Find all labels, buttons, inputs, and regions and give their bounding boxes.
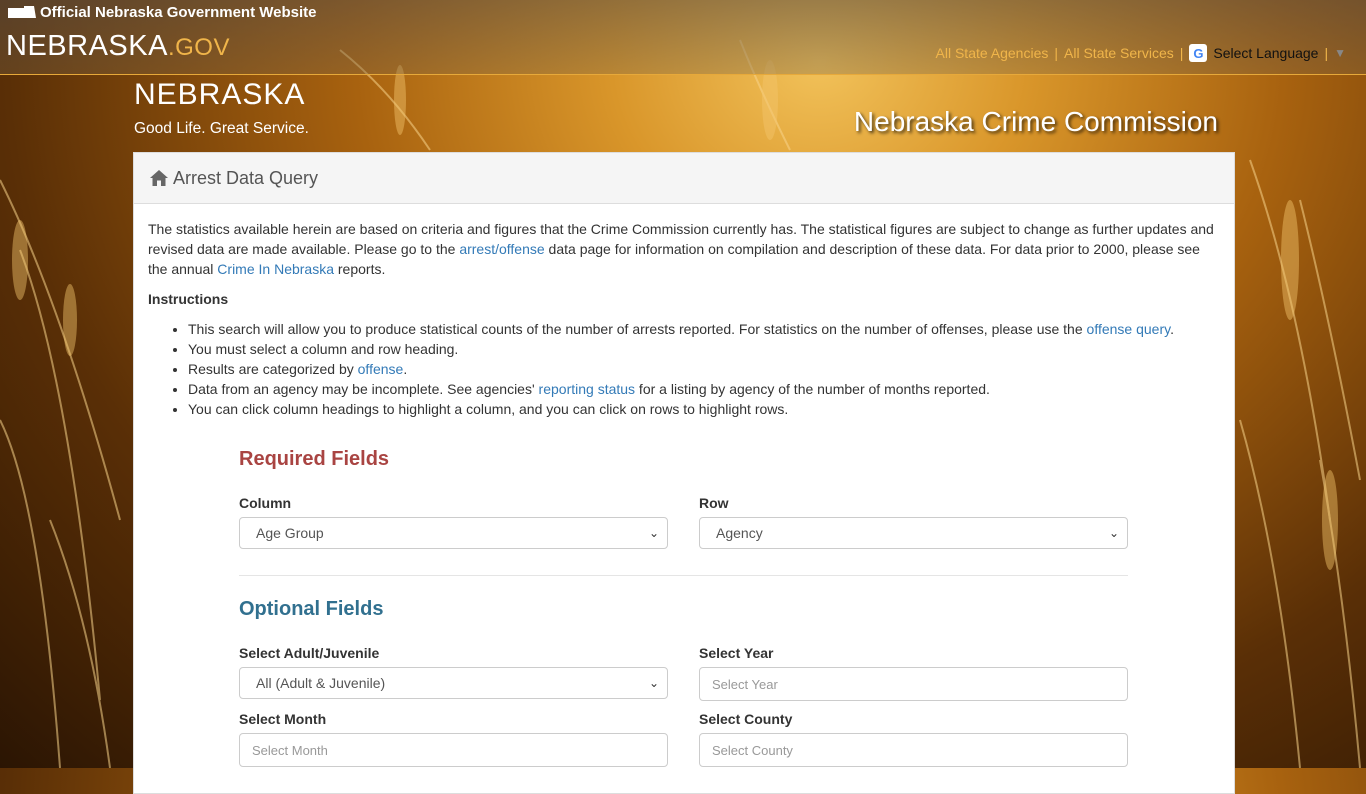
- optional-fields-heading: Optional Fields: [239, 598, 384, 620]
- row-field-group: Row Agency ⌄: [699, 495, 1128, 549]
- instruction-text: for a listing by agency of the number of…: [635, 381, 990, 397]
- nebraska-gov-logo-main: NEBRASKA: [6, 30, 168, 62]
- row-label: Row: [699, 495, 729, 511]
- nebraska-gov-logo-suffix: .GOV: [167, 34, 230, 61]
- panel-body: The statistics available herein are base…: [134, 204, 1234, 419]
- column-select-value: Age Group: [256, 525, 324, 541]
- intro-paragraph: The statistics available herein are base…: [148, 219, 1220, 279]
- column-select[interactable]: Age Group ⌄: [239, 517, 668, 549]
- year-field-group: Select Year Select Year: [699, 645, 1128, 701]
- google-icon: G: [1189, 44, 1208, 62]
- required-fields-row: Column Age Group ⌄ Row Agency ⌄: [239, 495, 1128, 549]
- instruction-text: .: [403, 361, 408, 377]
- instruction-text: .: [1170, 321, 1174, 337]
- adult-juvenile-select[interactable]: All (Adult & Juvenile) ⌄: [239, 667, 668, 699]
- section-divider: [239, 575, 1128, 576]
- home-icon[interactable]: [149, 168, 169, 188]
- chevron-down-icon: ⌄: [1108, 526, 1119, 540]
- top-links: All State Agencies | All State Services …: [936, 44, 1346, 62]
- optional-fields-row-2: Select Month Select Month Select County …: [239, 711, 1128, 767]
- adult-juvenile-value: All (Adult & Juvenile): [256, 675, 386, 691]
- list-item: You can click column headings to highlig…: [188, 399, 1220, 419]
- column-field-group: Column Age Group ⌄: [239, 495, 668, 549]
- site-title: Nebraska Crime Commission: [853, 106, 1218, 137]
- instruction-text: Results are categorized by: [188, 361, 358, 377]
- adult-juvenile-label: Select Adult/Juvenile: [239, 645, 380, 661]
- row-select[interactable]: Agency ⌄: [699, 517, 1128, 549]
- county-field-group: Select County Select County: [699, 711, 1128, 767]
- official-text: Official Nebraska Government Website: [40, 4, 317, 21]
- list-item: This search will allow you to produce st…: [188, 319, 1220, 339]
- offense-query-link[interactable]: offense query: [1087, 321, 1171, 337]
- crime-in-nebraska-link[interactable]: Crime In Nebraska: [217, 261, 334, 277]
- link-separator: |: [1054, 45, 1059, 61]
- language-caret-icon[interactable]: ▼: [1334, 46, 1346, 60]
- language-separator: |: [1324, 45, 1329, 61]
- official-website-banner: Official Nebraska Government Website: [8, 4, 316, 21]
- month-label: Select Month: [239, 711, 327, 727]
- column-label: Column: [239, 495, 292, 511]
- nebraska-wordmark: NEBRASKA: [134, 78, 306, 111]
- list-item: Data from an agency may be incomplete. S…: [188, 379, 1220, 399]
- month-input[interactable]: Select Month: [239, 733, 668, 767]
- year-input[interactable]: Select Year: [699, 667, 1128, 701]
- intro-text-3: reports.: [334, 261, 386, 277]
- list-item: Results are categorized by offense.: [188, 359, 1220, 379]
- offense-link[interactable]: offense: [358, 361, 404, 377]
- select-language-dropdown[interactable]: Select Language: [1213, 45, 1318, 61]
- nebraska-brand-logo[interactable]: NEBRASKA Good Life. Great Service.: [134, 78, 309, 138]
- year-label: Select Year: [699, 645, 774, 661]
- instructions-heading: Instructions: [148, 291, 229, 307]
- panel-header: Arrest Data Query: [134, 153, 1234, 204]
- county-input[interactable]: Select County: [699, 733, 1128, 767]
- query-form: Required Fields Column Age Group ⌄ Row A…: [239, 448, 1128, 767]
- page-title: Arrest Data Query: [173, 167, 319, 188]
- nebraska-state-icon: [8, 5, 36, 18]
- nebraska-tagline: Good Life. Great Service.: [134, 120, 309, 137]
- top-bar: Official Nebraska Government Website NEB…: [0, 0, 1366, 75]
- chevron-down-icon: ⌄: [648, 676, 659, 690]
- link-all-state-services[interactable]: All State Services: [1064, 45, 1174, 61]
- optional-fields-row-1: Select Adult/Juvenile All (Adult & Juven…: [239, 645, 1128, 701]
- query-panel: Arrest Data Query The statistics availab…: [133, 152, 1235, 794]
- instructions-list: This search will allow you to produce st…: [148, 319, 1220, 419]
- instruction-text: Data from an agency may be incomplete. S…: [188, 381, 539, 397]
- arrest-offense-link[interactable]: arrest/offense: [459, 241, 544, 257]
- reporting-status-link[interactable]: reporting status: [539, 381, 636, 397]
- county-label: Select County: [699, 711, 793, 727]
- instruction-text: This search will allow you to produce st…: [188, 321, 1087, 337]
- adult-juvenile-field-group: Select Adult/Juvenile All (Adult & Juven…: [239, 645, 668, 701]
- link-separator: |: [1179, 45, 1184, 61]
- nebraska-gov-logo[interactable]: NEBRASKA.GOV: [6, 30, 230, 63]
- required-fields-heading: Required Fields: [239, 448, 390, 470]
- month-field-group: Select Month Select Month: [239, 711, 668, 767]
- list-item: You must select a column and row heading…: [188, 339, 1220, 359]
- row-select-value: Agency: [716, 525, 763, 541]
- chevron-down-icon: ⌄: [648, 526, 659, 540]
- link-all-state-agencies[interactable]: All State Agencies: [936, 45, 1049, 61]
